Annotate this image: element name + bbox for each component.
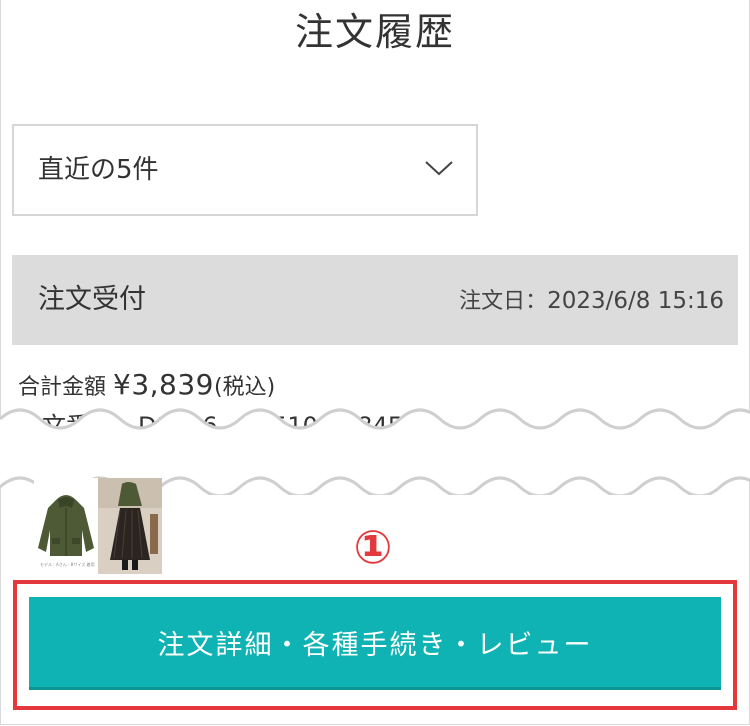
jacket-image (34, 478, 98, 574)
skirt-image (98, 478, 162, 574)
order-date-label: 注文日： (459, 289, 548, 314)
order-status: 注文受付 (38, 284, 146, 315)
thumbnail-caption: モデル：Aさん・Bサイズ 着用 (40, 562, 95, 567)
chevron-down-icon (425, 161, 453, 176)
khaki-jacket-thumbnail[interactable]: モデル：Aさん・Bサイズ 着用 (34, 478, 98, 574)
page-title: 注文履歴 (294, 10, 455, 54)
order-range-select[interactable]: 直近の5件 (12, 124, 478, 216)
order-detail-button[interactable]: 注文詳細・各種手続き・レビュー (29, 597, 721, 687)
order-date-value: 2023/6/8 15:16 (547, 288, 724, 314)
order-header: 注文受付 注文日：2023/6/8 15:16 (12, 255, 738, 345)
pleated-skirt-thumbnail[interactable] (98, 478, 162, 574)
order-date: 注文日：2023/6/8 15:16 (459, 255, 724, 348)
step-marker-1: ① (353, 520, 393, 574)
order-range-selected-value: 直近の5件 (38, 155, 159, 185)
